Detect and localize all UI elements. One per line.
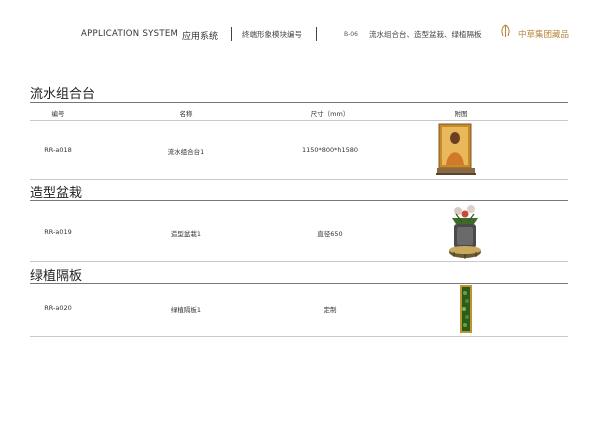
row-name: 流水组合台1 <box>167 148 205 156</box>
potted-plant-photo-icon <box>449 205 481 259</box>
brand-name: 中草集团藏品 <box>518 30 570 40</box>
module-subtitle: 终端形象模块编号 <box>242 30 302 39</box>
system-title-en: APPLICATION SYSTEM <box>81 29 179 39</box>
col-header-code: 编号 <box>51 110 65 118</box>
header-divider <box>231 27 232 41</box>
row-size: 1150*800*h1580 <box>301 146 359 154</box>
section-title: 造型盆栽 <box>30 186 83 201</box>
row-size: 定制 <box>323 306 337 314</box>
system-title-cn: 应用系统 <box>182 32 219 42</box>
green-partition-photo-icon <box>460 285 472 333</box>
display-stand-photo-icon <box>436 123 476 175</box>
row-size: 直径650 <box>317 230 343 238</box>
col-header-image: 附图 <box>454 110 468 118</box>
section-rule <box>30 102 568 103</box>
header-divider <box>316 27 317 41</box>
row-rule <box>30 336 568 337</box>
page-header: APPLICATION SYSTEM 应用系统 终端形象模块编号 B-06 流水… <box>0 0 600 60</box>
row-rule <box>30 261 568 262</box>
section-rule <box>30 283 568 284</box>
page-title: 流水组合台、造型盆栽、绿植隔板 <box>369 30 482 39</box>
row-name: 绿植隔板1 <box>170 306 202 314</box>
page-code: B-06 <box>344 31 358 38</box>
col-header-name: 名称 <box>179 110 193 118</box>
row-rule <box>30 179 568 180</box>
row-name: 造型盆栽1 <box>170 230 202 238</box>
header-rule <box>30 120 568 121</box>
row-code: RR-a019 <box>44 228 72 236</box>
section-title: 绿植隔板 <box>30 269 83 284</box>
brand-logo-icon <box>501 24 510 37</box>
col-header-size: 尺寸（mm） <box>310 110 350 118</box>
section-title: 流水组合台 <box>30 87 96 102</box>
row-code: RR-a020 <box>44 304 72 312</box>
section-rule <box>30 200 568 201</box>
row-code: RR-a018 <box>44 146 72 154</box>
